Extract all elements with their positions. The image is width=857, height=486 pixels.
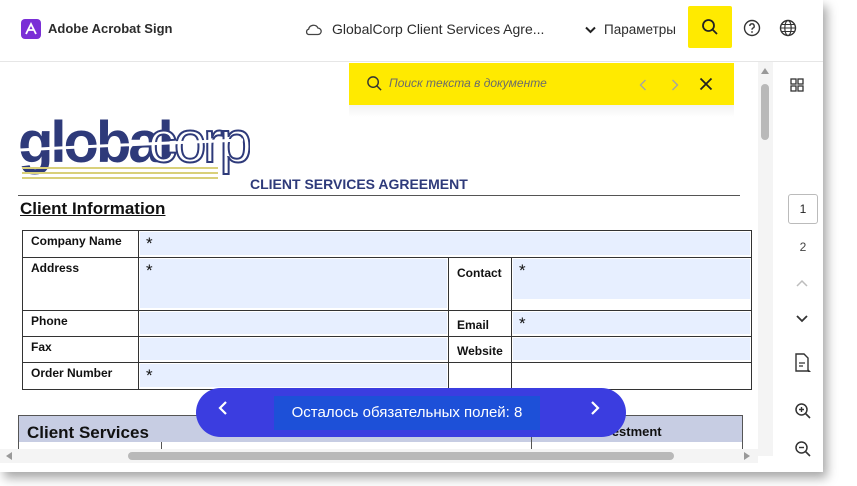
adobe-logo-icon — [21, 19, 41, 39]
email-label: Email — [448, 310, 512, 337]
scroll-right-arrow-icon[interactable] — [744, 452, 750, 460]
empty-cell — [511, 362, 752, 390]
globe-icon — [779, 19, 797, 37]
brand-name: Adobe Acrobat Sign — [48, 21, 173, 36]
required-fields-navigator: Осталось обязательных полей: 8 — [196, 388, 626, 437]
total-pages: 2 — [799, 240, 807, 254]
search-icon — [366, 75, 383, 97]
search-button[interactable] — [688, 6, 732, 48]
zoom-in-icon — [795, 403, 811, 419]
chevron-up-icon — [796, 279, 808, 287]
website-label: Website — [448, 336, 512, 363]
document-title: GlobalCorp Client Services Agre... — [332, 21, 545, 37]
next-result-button[interactable] — [671, 78, 679, 95]
order-number-label: Order Number — [22, 362, 139, 390]
chevron-down-icon — [585, 26, 596, 33]
next-page-button[interactable] — [796, 310, 808, 328]
chevron-down-icon — [796, 315, 808, 323]
next-required-field-button[interactable] — [590, 400, 604, 422]
help-icon — [743, 19, 761, 37]
horizontal-scroll-thumb[interactable] — [128, 452, 674, 460]
chevron-right-icon — [672, 79, 679, 91]
phone-field[interactable] — [138, 310, 449, 337]
required-mark: * — [146, 261, 153, 280]
current-page-indicator[interactable]: 1 — [788, 194, 818, 224]
vertical-scrollbar[interactable] — [758, 62, 773, 456]
chevron-left-icon — [639, 79, 646, 91]
required-mark: * — [519, 314, 526, 333]
zoom-in-button[interactable] — [794, 402, 812, 425]
language-button[interactable] — [779, 19, 797, 42]
vertical-scroll-thumb[interactable] — [761, 84, 769, 140]
fit-page-button[interactable] — [794, 353, 812, 378]
search-input[interactable] — [389, 76, 609, 90]
phone-label: Phone — [22, 310, 139, 337]
contact-field[interactable]: * — [511, 257, 752, 311]
horizontal-scrollbar[interactable] — [0, 449, 758, 463]
address-field[interactable]: * — [138, 257, 449, 311]
company-name-label: Company Name — [22, 230, 139, 258]
client-services-heading: Client Services — [27, 423, 149, 442]
required-mark: * — [146, 366, 153, 385]
close-search-button[interactable] — [699, 77, 713, 96]
fax-label: Fax — [22, 336, 139, 363]
fax-field[interactable] — [138, 336, 449, 363]
chevron-left-icon — [218, 401, 227, 415]
client-info-form: Company Name * Address * Contact * Phone… — [22, 230, 752, 390]
contact-label: Contact — [448, 257, 512, 311]
scroll-left-arrow-icon[interactable] — [6, 452, 12, 460]
search-bar-shadow — [349, 105, 734, 117]
divider — [18, 195, 740, 196]
chevron-right-icon — [591, 401, 600, 415]
required-fields-remaining[interactable]: Осталось обязательных полей: 8 — [274, 396, 540, 430]
address-label: Address — [22, 257, 139, 311]
empty-cell — [448, 362, 512, 390]
thumbnails-grid-icon[interactable] — [790, 78, 804, 97]
company-name-field[interactable]: * — [138, 230, 752, 258]
previous-page-button[interactable] — [796, 274, 808, 292]
zoom-out-button[interactable] — [794, 440, 812, 463]
right-toolbar: 1 2 — [773, 62, 823, 472]
zoom-out-icon — [795, 441, 811, 457]
cloud-icon — [304, 22, 322, 41]
required-mark: * — [519, 261, 526, 280]
previous-required-field-button[interactable] — [218, 400, 232, 422]
document-icon — [795, 353, 811, 372]
previous-result-button[interactable] — [639, 78, 647, 95]
find-in-document-bar — [349, 63, 734, 105]
website-field[interactable] — [511, 336, 752, 363]
help-button[interactable] — [743, 19, 761, 42]
order-number-field[interactable]: * — [138, 362, 449, 390]
parameters-label: Параметры — [604, 22, 676, 37]
agreement-title: CLIENT SERVICES AGREEMENT — [250, 176, 468, 192]
scroll-up-arrow-icon[interactable] — [761, 68, 769, 74]
close-icon — [699, 77, 713, 91]
search-icon — [702, 19, 718, 35]
required-mark: * — [146, 234, 153, 253]
parameters-menu[interactable]: Параметры — [585, 22, 676, 37]
globalcorp-logo: global corp — [18, 109, 254, 199]
acrobat-sign-window: Adobe Acrobat Sign GlobalCorp Client Ser… — [0, 0, 823, 472]
client-information-heading: Client Information — [20, 199, 166, 218]
app-header: Adobe Acrobat Sign GlobalCorp Client Ser… — [0, 0, 823, 62]
email-field[interactable]: * — [511, 310, 752, 337]
